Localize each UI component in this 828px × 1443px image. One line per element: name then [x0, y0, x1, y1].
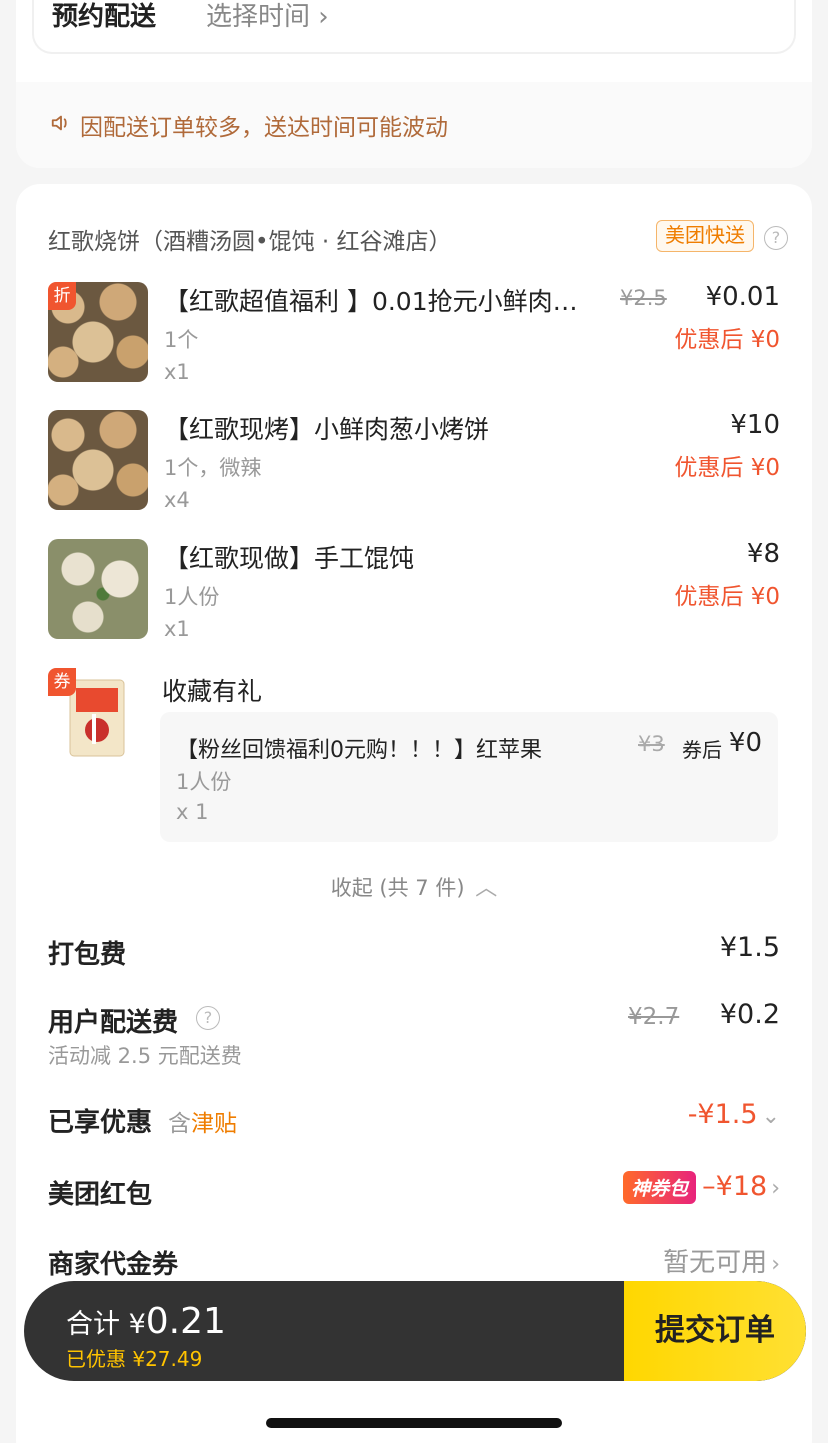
original-price: ¥2.5: [620, 286, 667, 310]
currency-symbol: ¥: [128, 1309, 146, 1340]
gift-price: ¥0: [728, 728, 762, 758]
item-title: 【红歌现做】手工馄饨: [164, 544, 415, 573]
packing-fee-value: ¥1.5: [719, 932, 780, 963]
packing-fee-label: 打包费: [48, 940, 127, 970]
gift-quantity: x 1: [176, 800, 209, 824]
delivery-fee-note: 活动减 2.5 元配送费: [48, 1044, 242, 1068]
list-item[interactable]: 【红歌现烤】小鲜肉葱小烤饼 ¥10 1个，微辣 优惠后 ¥0 x4: [48, 410, 780, 522]
saved-amount: 已优惠 ¥27.49: [66, 1347, 203, 1371]
item-quantity: x1: [164, 617, 190, 641]
discount-row[interactable]: -¥1.5 ⌄: [688, 1099, 780, 1130]
product-image: [48, 539, 148, 639]
discounted-price: 优惠后 ¥0: [674, 455, 780, 481]
express-badge: 美团快送: [656, 220, 754, 252]
delivery-original-fee: ¥2.7: [628, 1004, 680, 1030]
discounted-price: 优惠后 ¥0: [674, 584, 780, 610]
delivery-card: 预约配送 选择时间 › 因配送订单较多，送达时间可能波动: [16, 0, 812, 168]
help-icon[interactable]: ?: [196, 1006, 220, 1030]
checkout-bar: 合计 ¥0.21 已优惠 ¥27.49 提交订单: [24, 1281, 806, 1381]
discount-label: 已享优惠: [48, 1108, 153, 1138]
voucher-row[interactable]: 暂无可用 ›: [663, 1242, 780, 1279]
delivery-fee-label: 用户配送费: [48, 1008, 179, 1038]
help-icon[interactable]: ?: [764, 226, 788, 250]
voucher-label: 商家代金券: [48, 1250, 179, 1280]
discounted-price: 优惠后 ¥0: [674, 327, 780, 353]
item-spec: 1个: [164, 328, 199, 352]
item-title: 【红歌超值福利 】0.01抢元小鲜肉…: [164, 287, 578, 316]
discount-value: -¥1.5: [687, 1099, 758, 1130]
item-price: ¥8: [746, 539, 780, 569]
item-price: ¥10: [730, 410, 780, 440]
schedule-label: 预约配送: [52, 2, 157, 32]
red-packet-label: 美团红包: [48, 1180, 153, 1210]
shop-name[interactable]: 红歌烧饼（酒糟汤圆•馄饨 · 红谷滩店）: [48, 222, 452, 256]
list-item[interactable]: 折 【红歌超值福利 】0.01抢元小鲜肉… ¥2.5 ¥0.01 1个 优惠后 …: [48, 282, 780, 394]
gift-after-label: 券后: [682, 738, 722, 762]
item-spec: 1个，微辣: [164, 456, 262, 480]
chevron-down-icon: ⌄: [761, 1104, 780, 1129]
product-image: [48, 410, 148, 510]
home-indicator: [266, 1418, 562, 1428]
item-title: 【红歌现烤】小鲜肉葱小烤饼: [164, 415, 490, 444]
collapse-label: 收起 (共 7 件): [330, 876, 465, 900]
subsidy-prefix: 含: [168, 1111, 191, 1137]
red-packet-row[interactable]: 神券包 –¥18 ›: [623, 1171, 780, 1204]
gift-spec: 1人份: [176, 770, 232, 794]
total-amount: 0.21: [145, 1301, 226, 1342]
select-time-button[interactable]: 选择时间 ›: [206, 0, 329, 33]
gift-detail[interactable]: 【粉丝回馈福利0元购！！！】红苹果 ¥3 券后 ¥0 1人份 x 1: [160, 712, 778, 842]
chevron-right-icon: ›: [771, 1176, 780, 1201]
item-price: ¥0.01: [705, 282, 780, 312]
speaker-icon: [51, 115, 67, 131]
coupon-pack-badge: 神券包: [623, 1171, 697, 1204]
subsidy-label: 津贴: [191, 1111, 237, 1137]
total-label: 合计: [66, 1309, 120, 1340]
item-quantity: x4: [164, 488, 190, 512]
red-packet-value: –¥18: [702, 1171, 768, 1202]
item-quantity: x1: [164, 360, 190, 384]
order-card: 红歌烧饼（酒糟汤圆•馄饨 · 红谷滩店） 美团快送 ? 折 【红歌超值福利 】0…: [16, 184, 812, 1443]
collapse-toggle[interactable]: 收起 (共 7 件) ︿: [16, 870, 812, 902]
gift-name: 【粉丝回馈福利0元购！！！】红苹果: [176, 738, 542, 763]
item-spec: 1人份: [164, 585, 220, 609]
voucher-value: 暂无可用: [663, 1248, 768, 1278]
subsidy-note: 含津贴: [168, 1104, 237, 1138]
gift-original-price: ¥3: [638, 732, 665, 756]
delivery-fee-value: ¥0.2: [719, 999, 780, 1030]
submit-order-button[interactable]: 提交订单: [624, 1281, 806, 1381]
discount-tag: 折: [48, 282, 76, 310]
notice-text: 因配送订单较多，送达时间可能波动: [80, 115, 448, 141]
gift-item[interactable]: 券: [48, 668, 148, 768]
delivery-notice: 因配送订单较多，送达时间可能波动: [16, 82, 812, 168]
coupon-tag: 券: [48, 668, 76, 696]
total: 合计 ¥0.21: [66, 1301, 226, 1342]
list-item[interactable]: 【红歌现做】手工馄饨 ¥8 1人份 优惠后 ¥0 x1: [48, 539, 780, 651]
chevron-up-icon: ︿: [475, 876, 498, 901]
chevron-right-icon: ›: [771, 1252, 780, 1277]
gift-title: 收藏有礼: [162, 677, 263, 706]
